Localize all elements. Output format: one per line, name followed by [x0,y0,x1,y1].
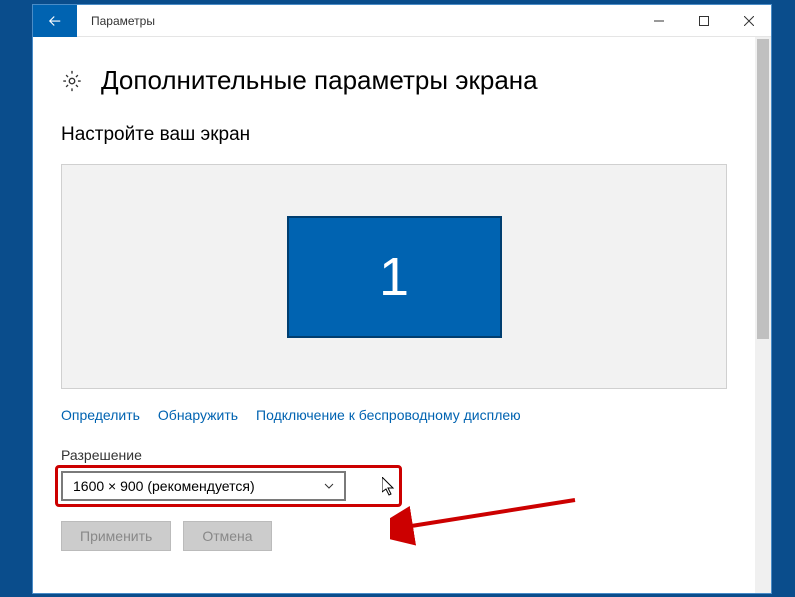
settings-window: Параметры Дополнительные параметры экран… [32,4,772,594]
action-buttons: Применить Отмена [61,521,727,551]
cursor-icon [382,477,396,497]
display-actions-row: Определить Обнаружить Подключение к бесп… [61,407,727,423]
window-controls [636,5,771,37]
window-title: Параметры [91,14,155,28]
identify-link[interactable]: Определить [61,407,140,423]
page-header: Дополнительные параметры экрана [61,65,727,96]
resolution-label: Разрешение [61,447,727,463]
page-title: Дополнительные параметры экрана [101,65,538,96]
main-content: Дополнительные параметры экрана Настройт… [33,37,755,593]
scrollbar-thumb[interactable] [757,39,769,339]
titlebar: Параметры [33,5,771,37]
resolution-dropdown[interactable]: 1600 × 900 (рекомендуется) [61,471,346,501]
vertical-scrollbar[interactable] [755,37,771,593]
chevron-down-icon [324,481,334,491]
wireless-display-link[interactable]: Подключение к беспроводному дисплею [256,407,521,423]
close-icon [744,16,754,26]
gear-icon [61,70,83,92]
cancel-button[interactable]: Отмена [183,521,271,551]
section-title: Настройте ваш экран [61,124,727,146]
monitor-number: 1 [379,246,409,308]
apply-button[interactable]: Применить [61,521,171,551]
detect-link[interactable]: Обнаружить [158,407,238,423]
content-area: Дополнительные параметры экрана Настройт… [33,37,771,593]
minimize-icon [654,16,664,26]
arrow-left-icon [46,12,64,30]
maximize-icon [699,16,709,26]
close-button[interactable] [726,5,771,37]
resolution-selected-text: 1600 × 900 (рекомендуется) [73,478,324,494]
minimize-button[interactable] [636,5,681,37]
maximize-button[interactable] [681,5,726,37]
monitor-tile[interactable]: 1 [287,216,502,338]
resolution-dropdown-wrap: 1600 × 900 (рекомендуется) [61,471,346,501]
monitor-preview-area[interactable]: 1 [61,164,727,389]
back-button[interactable] [33,5,77,37]
